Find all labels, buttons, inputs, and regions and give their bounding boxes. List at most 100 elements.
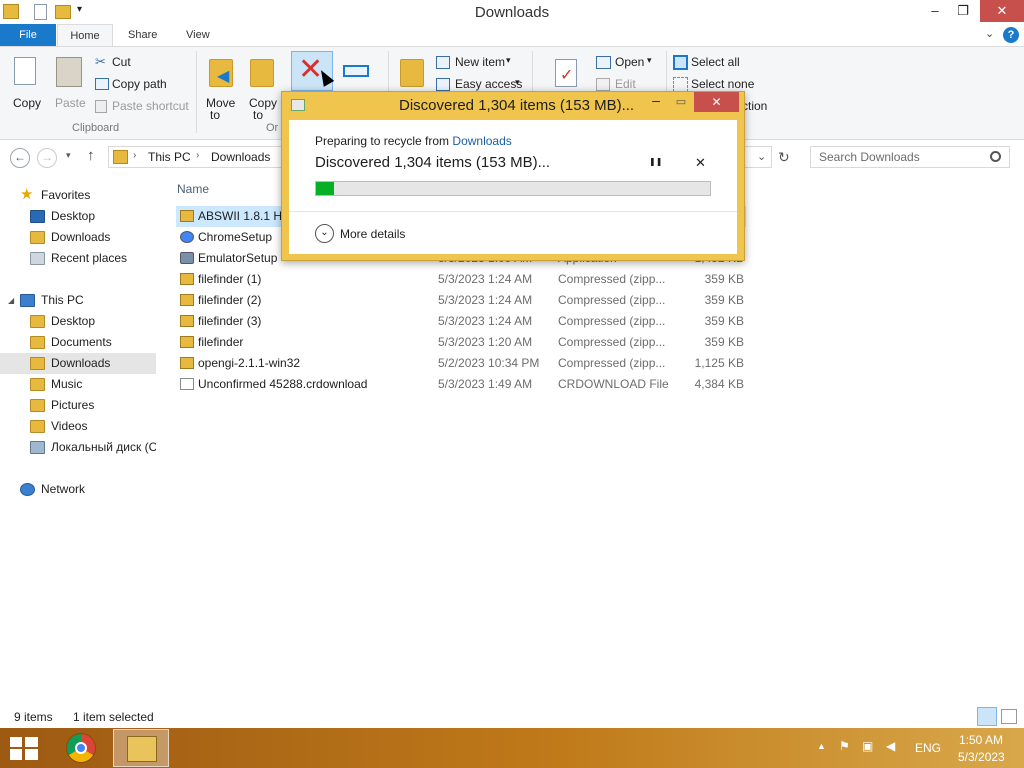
paste-shortcut-label: Paste shortcut (112, 99, 189, 113)
drive-icon (30, 441, 45, 454)
forward-button[interactable]: → (37, 148, 57, 168)
sidebar-item-fav-desktop[interactable]: Desktop (0, 206, 156, 227)
file-type: Compressed (zipp... (558, 314, 666, 328)
sidebar-item-this-pc[interactable]: ◢ This PC (0, 290, 156, 311)
sidebar-item-desktop[interactable]: Desktop (0, 311, 156, 332)
language-indicator[interactable]: ENG (915, 741, 941, 755)
breadcrumb-downloads[interactable]: Downloads (211, 150, 270, 164)
collapse-arrow-icon[interactable]: ◢ (8, 290, 14, 311)
paste-shortcut-button[interactable]: Paste shortcut (93, 98, 191, 116)
file-date: 5/3/2023 1:20 AM (438, 335, 533, 349)
ribbon-separator (196, 51, 197, 133)
copy-to-button[interactable]: Copy to (245, 53, 281, 122)
action-center-flag-icon[interactable]: ⚑ (839, 739, 850, 753)
sidebar-item-fav-downloads[interactable]: Downloads (0, 227, 156, 248)
column-header-name[interactable]: Name (177, 182, 209, 196)
new-item-button[interactable]: New item ▾ (434, 54, 524, 72)
copy-button[interactable]: Copy (6, 53, 48, 113)
taskbar-file-explorer[interactable] (113, 729, 169, 767)
close-button[interactable]: ✕ (980, 0, 1024, 22)
sidebar-item-downloads[interactable]: Downloads (0, 353, 156, 374)
new-folder-button[interactable] (396, 53, 430, 93)
back-button[interactable]: ← (10, 148, 30, 168)
properties-button[interactable]: ✓ (548, 53, 588, 93)
dialog-app-icon (291, 99, 305, 111)
sidebar-item-pictures[interactable]: Pictures (0, 395, 156, 416)
large-icons-view-button[interactable] (1001, 709, 1017, 724)
open-button[interactable]: Open ▾ (594, 54, 664, 72)
sidebar-label: Pictures (51, 398, 95, 412)
clock-date[interactable]: 5/3/2023 (958, 750, 1005, 764)
file-name: opengi-2.1.1-win32 (198, 356, 301, 370)
address-dropdown-icon[interactable]: ⌄ (757, 150, 766, 163)
file-size: 359 KB (704, 293, 744, 307)
invert-selection-button[interactable]: ction (740, 98, 780, 116)
network-icon (20, 483, 35, 496)
breadcrumb-this-pc[interactable]: This PC (148, 150, 191, 164)
dialog-minimize-button[interactable]: – (644, 92, 668, 112)
search-box[interactable]: Search Downloads (810, 146, 1010, 168)
help-icon[interactable]: ? (1003, 27, 1019, 43)
file-size: 1,125 KB (694, 356, 744, 370)
file-name: ChromeSetup (198, 230, 273, 244)
search-icon[interactable] (990, 151, 1001, 162)
paste-button[interactable]: Paste (50, 53, 90, 113)
file-name: EmulatorSetup (198, 251, 278, 265)
start-button[interactable] (10, 737, 38, 760)
app-icon (180, 252, 194, 264)
file-size: 4,384 KB (694, 377, 744, 391)
taskbar-chrome[interactable] (57, 728, 107, 768)
minimize-button[interactable]: – (920, 0, 950, 22)
more-details-button[interactable]: ⌄ More details (315, 224, 415, 244)
sidebar-item-local-disk[interactable]: Локальный диск (C (0, 437, 156, 458)
sidebar-item-music[interactable]: Music (0, 374, 156, 395)
recent-places-icon (30, 252, 45, 265)
sidebar-item-recent-places[interactable]: Recent places (0, 248, 156, 269)
select-none-label: Select none (691, 77, 755, 91)
rename-button[interactable] (340, 57, 374, 87)
search-input[interactable]: Search Downloads (819, 150, 920, 164)
tab-view[interactable]: View (174, 24, 222, 47)
maximize-button[interactable]: ❐ (948, 0, 978, 22)
title-bar: ▾ Downloads – ❐ ✕ (0, 0, 1024, 24)
file-date: 5/3/2023 1:24 AM (438, 272, 533, 286)
downloads-folder-icon (113, 150, 128, 164)
pause-button[interactable]: ❚❚ (649, 157, 662, 166)
file-name: Unconfirmed 45288.crdownload (198, 377, 368, 391)
recent-locations-dropdown-icon[interactable]: ▾ (66, 150, 71, 161)
dialog-heading: Discovered 1,304 items (153 MB)... (315, 154, 551, 171)
sidebar-item-documents[interactable]: Documents (0, 332, 156, 353)
details-view-button[interactable] (977, 707, 997, 726)
network-status-icon[interactable]: ▣ (862, 739, 873, 753)
source-link[interactable]: Downloads (452, 134, 511, 148)
show-hidden-icons-icon[interactable]: ▲ (817, 741, 826, 751)
select-all-button[interactable]: Select all (671, 54, 761, 72)
ribbon-collapse-icon[interactable]: ⌄ (985, 27, 994, 40)
move-to-button[interactable]: ◀ Move to (203, 53, 239, 122)
dialog-maximize-button[interactable]: ▭ (669, 92, 693, 112)
videos-folder-icon (30, 420, 45, 433)
refresh-button[interactable]: ↻ (778, 149, 790, 166)
progress-bar (315, 181, 711, 196)
sidebar-label: Favorites (41, 188, 91, 202)
copy-path-button[interactable]: Copy path (93, 76, 183, 94)
scissors-icon: ✂ (95, 54, 106, 69)
tab-file[interactable]: File (0, 24, 56, 47)
easy-access-icon (436, 78, 450, 91)
sidebar-item-videos[interactable]: Videos (0, 416, 156, 437)
up-button[interactable]: ↑ (87, 147, 95, 164)
volume-muted-icon[interactable]: ◀ (886, 739, 895, 753)
dialog-close-button[interactable]: ✕ (694, 92, 739, 112)
cut-button[interactable]: ✂ Cut (93, 54, 183, 72)
cancel-button[interactable]: ✕ (695, 155, 706, 171)
tab-share[interactable]: Share (116, 24, 169, 47)
copy-path-icon (95, 78, 109, 90)
sidebar-item-network[interactable]: Network (0, 479, 156, 500)
tab-home[interactable]: Home (57, 24, 113, 48)
taskbar: ▲ ⚑ ▣ ◀ ENG 1:50 AM 5/3/2023 (0, 728, 1024, 768)
documents-folder-icon (30, 336, 45, 349)
sidebar-label: Desktop (51, 314, 96, 328)
sidebar-item-favorites[interactable]: ★ Favorites (0, 185, 156, 206)
sidebar-label: Music (51, 377, 83, 391)
clock-time[interactable]: 1:50 AM (959, 733, 1003, 747)
